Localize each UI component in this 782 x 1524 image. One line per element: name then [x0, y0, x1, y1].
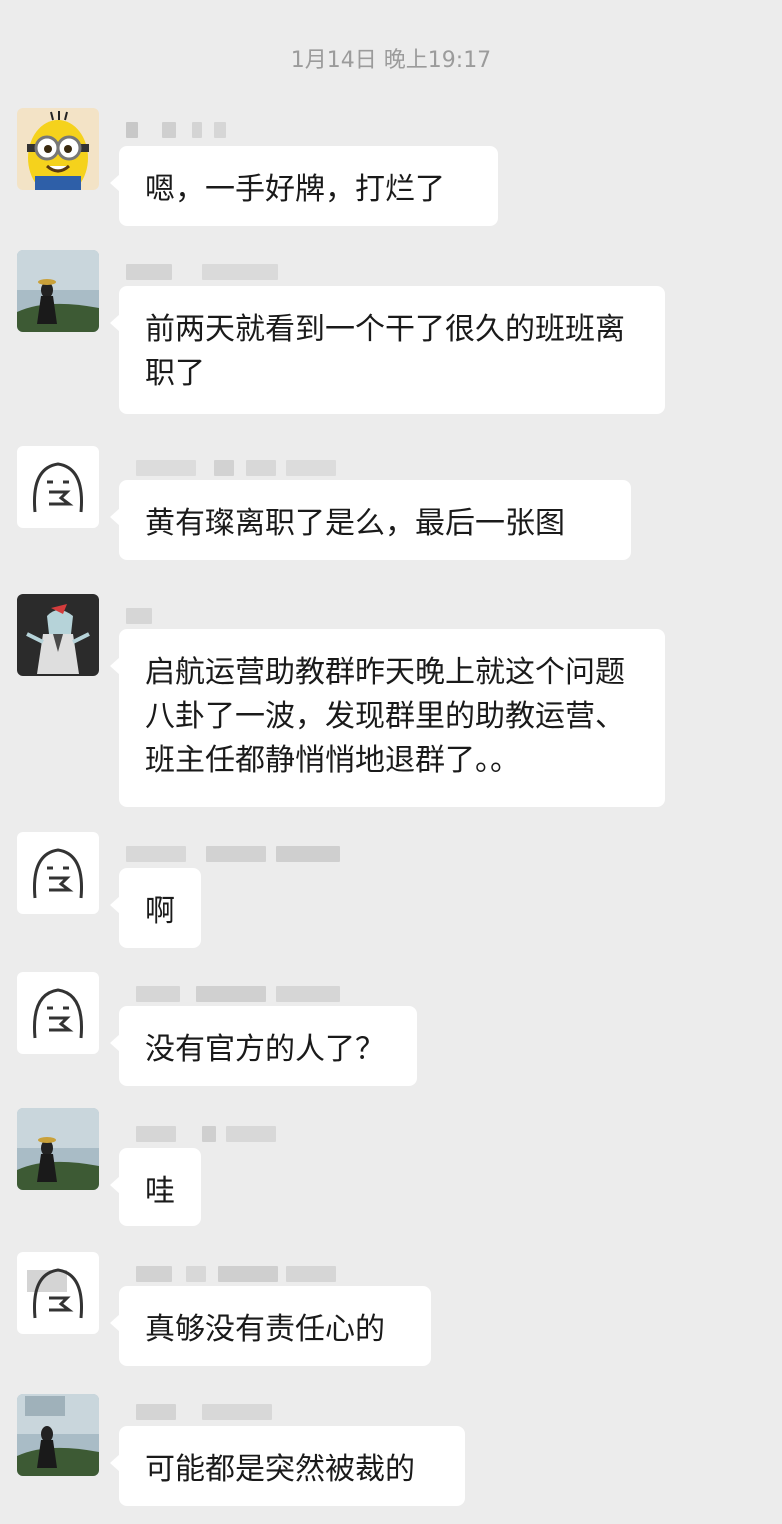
- sender-name-redacted: [126, 1266, 346, 1286]
- sender-name-redacted: [126, 986, 346, 1006]
- message-bubble[interactable]: 黄有璨离职了是么，最后一张图: [110, 480, 631, 560]
- doodle-face-avatar[interactable]: [17, 1252, 99, 1334]
- landscape-avatar[interactable]: [17, 1394, 99, 1476]
- landscape-icon: [17, 250, 99, 332]
- message-bubble[interactable]: 真够没有责任心的: [110, 1286, 431, 1366]
- chat-timestamp: 1月14日 晚上19:17: [290, 48, 492, 73]
- landscape-avatar[interactable]: [17, 250, 99, 332]
- doodle-face-icon: [17, 972, 99, 1054]
- doodle-face-avatar[interactable]: [17, 832, 99, 914]
- message-bubble[interactable]: 嗯，一手好牌，打烂了: [110, 146, 498, 226]
- cartoon-character-avatar[interactable]: [17, 594, 99, 676]
- sender-name-redacted: [126, 460, 346, 480]
- doodle-face-icon: [17, 446, 99, 528]
- sender-name-redacted: [126, 264, 346, 284]
- message-bubble[interactable]: 啊: [110, 868, 201, 948]
- message-text: 黄有璨离职了是么，最后一张图: [145, 506, 565, 541]
- landscape-icon: [17, 1394, 99, 1476]
- message-text: 真够没有责任心的: [145, 1312, 385, 1347]
- message-text: 前两天就看到一个干了很久的班班离职了: [145, 312, 625, 391]
- landscape-avatar[interactable]: [17, 1108, 99, 1190]
- sender-name-redacted: [126, 122, 346, 142]
- message-bubble[interactable]: 没有官方的人了？: [110, 1006, 417, 1086]
- message-text: 启航运营助教群昨天晚上就这个问题八卦了一波，发现群里的助教运营、班主任都静悄悄地…: [145, 655, 625, 778]
- message-text: 哇: [145, 1174, 175, 1209]
- minion-icon: [17, 108, 99, 190]
- message-text: 啊: [145, 894, 175, 929]
- doodle-face-avatar[interactable]: [17, 446, 99, 528]
- message-text: 没有官方的人了？: [145, 1032, 385, 1067]
- message-text: 可能都是突然被裁的: [145, 1452, 415, 1487]
- minion-avatar[interactable]: [17, 108, 99, 190]
- message-text: 嗯，一手好牌，打烂了: [145, 172, 445, 207]
- sender-name-redacted: [126, 1126, 346, 1146]
- cartoon-character-icon: [17, 594, 99, 676]
- sender-name-redacted: [126, 846, 346, 866]
- message-bubble[interactable]: 启航运营助教群昨天晚上就这个问题八卦了一波，发现群里的助教运营、班主任都静悄悄地…: [110, 629, 665, 807]
- sender-name-redacted: [126, 608, 346, 628]
- sender-name-redacted: [126, 1404, 346, 1424]
- message-bubble[interactable]: 可能都是突然被裁的: [110, 1426, 465, 1506]
- doodle-face-icon: [17, 832, 99, 914]
- doodle-face-avatar[interactable]: [17, 972, 99, 1054]
- message-bubble[interactable]: 前两天就看到一个干了很久的班班离职了: [110, 286, 665, 414]
- message-bubble[interactable]: 哇: [110, 1148, 201, 1226]
- landscape-icon: [17, 1108, 99, 1190]
- doodle-face-icon: [17, 1252, 99, 1334]
